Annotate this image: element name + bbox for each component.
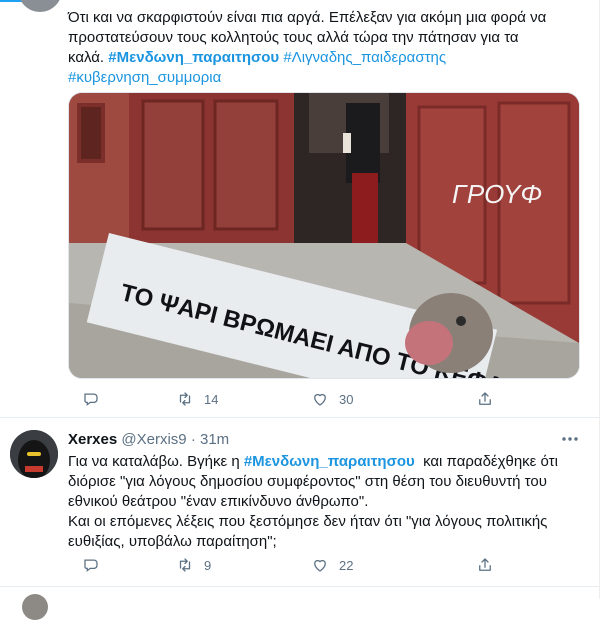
- retweet-icon: [179, 392, 191, 406]
- avatar[interactable]: [22, 594, 48, 620]
- share-button[interactable]: [476, 555, 504, 575]
- tweet-text-segment: και παραδέχθηκε ότι: [414, 453, 558, 470]
- reply-icon: [84, 393, 98, 406]
- tweet-actions: 9 22: [68, 555, 508, 575]
- tweet-text-line: διόρισε "για λόγους δημοσίου συμφέροντος…: [68, 473, 547, 490]
- like-count: 22: [339, 557, 354, 573]
- reply-button[interactable]: [82, 555, 110, 575]
- retweet-count: 14: [204, 391, 219, 407]
- tweet-text-line: Ότι και να σκαρφιστούν είναι πια αργά. Ε…: [68, 9, 547, 26]
- tweet-text-line: Και οι επόμενες λέξεις που ξεστόμησε δεν…: [68, 513, 548, 530]
- retweet-button[interactable]: 9: [176, 555, 214, 575]
- avatar[interactable]: [18, 0, 62, 12]
- tweet-text-segment: Για να καταλάβω. Βγήκε η: [68, 453, 244, 470]
- retweet-icon: [179, 558, 191, 572]
- page-scrollbar[interactable]: [599, 0, 614, 599]
- display-name[interactable]: Xerxes: [68, 431, 117, 448]
- tweet-text-line: προστατεύσουν τους κολλητούς τους αλλά τ…: [68, 29, 519, 46]
- tweet-text-line: #κυβερνηση_συμμορια: [68, 68, 582, 88]
- tweet-timestamp[interactable]: 31m: [200, 431, 229, 448]
- tweet-photo[interactable]: ΓΡΟΥΦ ΤΟ ΨΑΡΙ ΒΡΩΜΑΕΙ ΑΠΟ ΤΟ ΚΕΦΑΛΙ: [68, 92, 580, 379]
- tweet-actions: 14 30: [68, 389, 508, 409]
- hashtag-link[interactable]: #Μενδωνη_παραιτησου: [244, 453, 415, 470]
- header-separator: ·: [190, 431, 196, 448]
- tweet-text-line: Για να καταλάβω. Βγήκε η #Μενδωνη_παραιτ…: [68, 452, 582, 472]
- retweet-count: 9: [204, 557, 212, 573]
- like-count: 30: [339, 391, 354, 407]
- tweet-text-segment: καλά.: [68, 49, 109, 66]
- hashtag-link[interactable]: #κυβερνηση_συμμορια: [68, 69, 221, 86]
- tweet-divider: [0, 417, 600, 418]
- tweet-divider: [0, 586, 600, 587]
- tweet-header: Xerxes @Xerxis9 · 31m: [68, 430, 229, 450]
- share-icon: [479, 392, 491, 405]
- reply-button[interactable]: [82, 389, 110, 409]
- hashtag-link[interactable]: #Μενδωνη_παραιτησου: [108, 49, 279, 66]
- more-options-button[interactable]: [560, 430, 580, 448]
- reply-icon: [84, 559, 98, 572]
- tweet-text: Για να καταλάβω. Βγήκε η #Μενδωνη_παραιτ…: [68, 452, 582, 552]
- like-button[interactable]: 30: [311, 389, 353, 409]
- retweet-button[interactable]: 14: [176, 389, 218, 409]
- tweet-text-line: καλά. #Μενδωνη_παραιτησου #Λιγναδης_παιδ…: [68, 48, 582, 68]
- avatar-image: [10, 430, 58, 478]
- tweet-text-line: εθνικού θεάτρου "έναν επικίνδυνο άνθρωπο…: [68, 493, 369, 510]
- share-button[interactable]: [476, 389, 504, 409]
- more-icon: [562, 437, 578, 441]
- user-handle[interactable]: @Xerxis9: [121, 431, 186, 448]
- like-icon: [314, 559, 326, 572]
- share-icon: [479, 558, 491, 571]
- photo-street-banner: ΓΡΟΥΦ ΤΟ ΨΑΡΙ ΒΡΩΜΑΕΙ ΑΠΟ ΤΟ ΚΕΦΑΛΙ: [69, 93, 579, 378]
- like-button[interactable]: 22: [311, 555, 353, 575]
- graffiti-text: ΓΡΟΥΦ: [452, 179, 542, 209]
- like-icon: [314, 393, 326, 406]
- tweet-text: Ότι και να σκαρφιστούν είναι πια αργά. Ε…: [68, 8, 582, 88]
- tweet-text-line: ευθιξίας, υποβάλω παραίτηση";: [68, 533, 277, 550]
- avatar[interactable]: [10, 430, 58, 478]
- hashtag-link[interactable]: #Λιγναδης_παιδεραστης: [283, 49, 446, 66]
